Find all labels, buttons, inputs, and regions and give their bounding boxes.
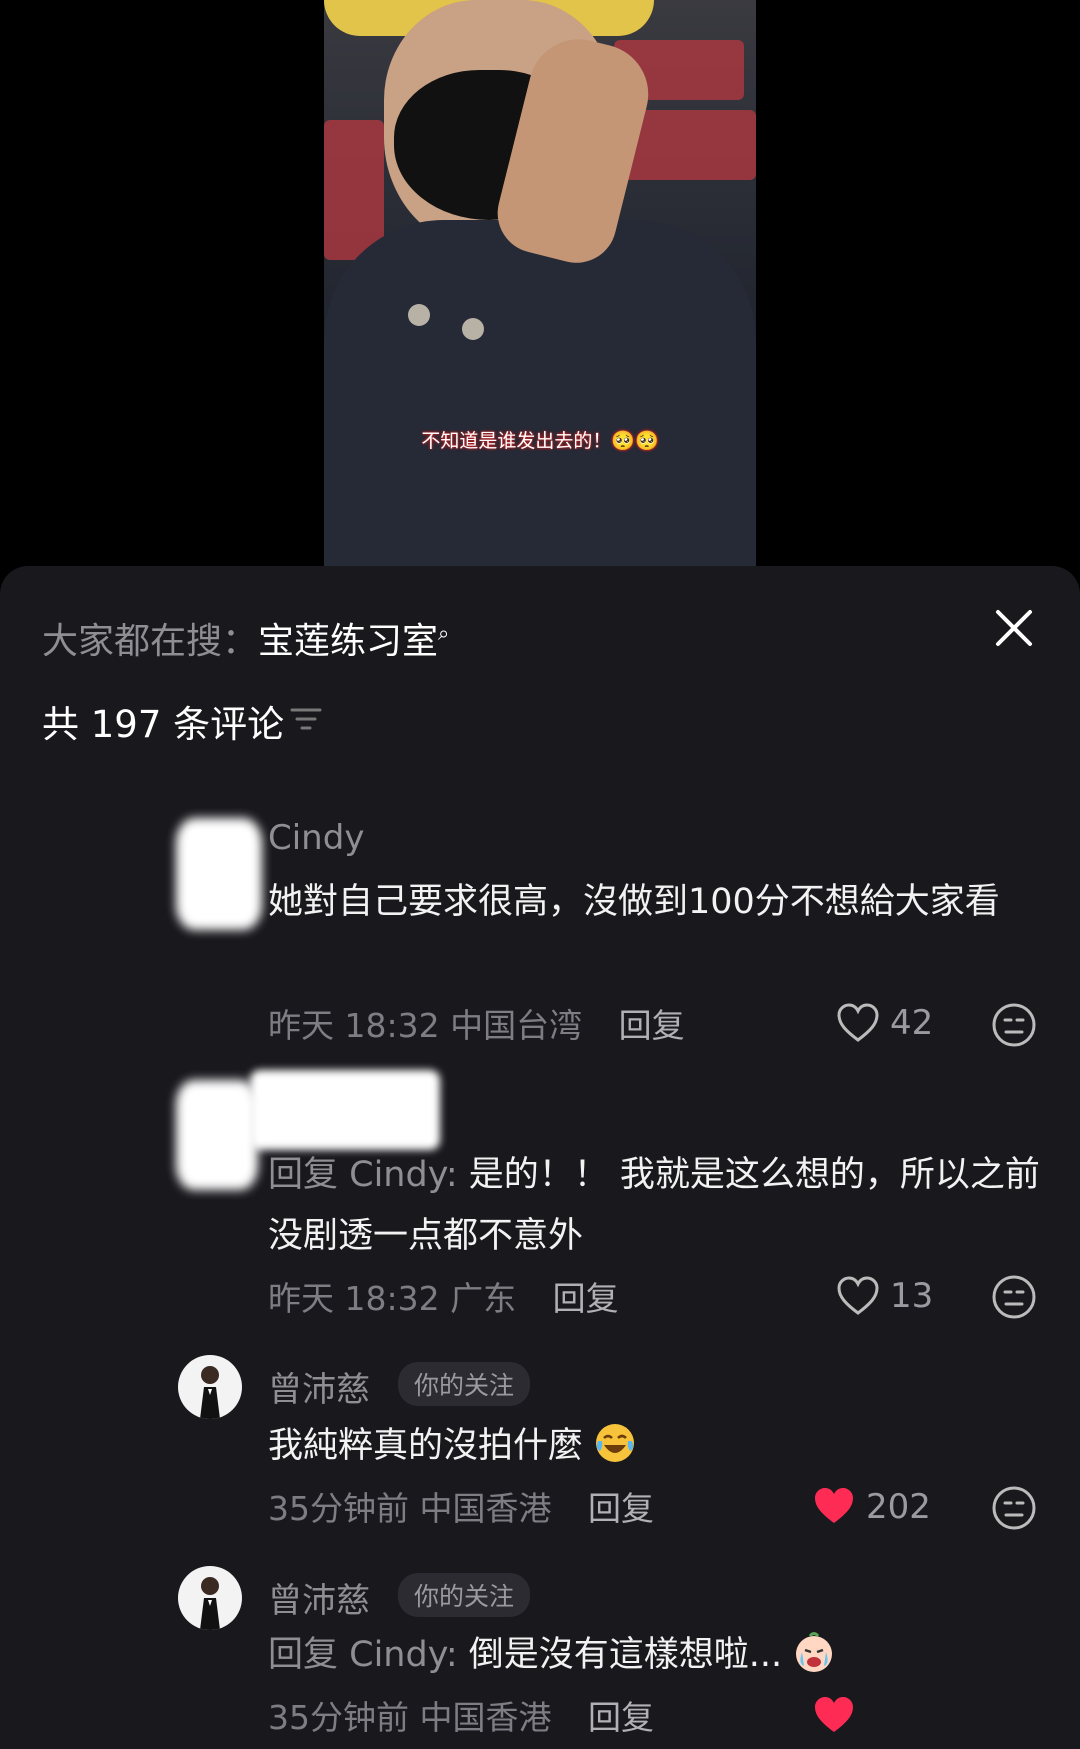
comment-meta: 昨天 18:32 广东 回复 xyxy=(268,1272,619,1320)
jacket-button xyxy=(462,318,484,340)
following-badge: 你的关注 xyxy=(398,1573,531,1617)
comment-meta: 昨天 18:32 中国台湾 回复 xyxy=(268,999,685,1047)
like-count: 13 xyxy=(890,1276,934,1316)
video-jacket xyxy=(324,220,756,566)
reply-button[interactable]: 回复 xyxy=(588,1489,654,1528)
comment-location: 广东 xyxy=(450,1279,517,1318)
reply-button[interactable]: 回复 xyxy=(588,1698,654,1737)
liked-heart-icon[interactable] xyxy=(812,1486,856,1526)
comment-body: 我純粹真的沒拍什麼 xyxy=(268,1426,584,1466)
avatar[interactable] xyxy=(178,1355,242,1419)
following-badge: 你的关注 xyxy=(398,1362,531,1406)
tears-of-joy-emoji xyxy=(596,1424,635,1462)
like-count: 202 xyxy=(866,1487,931,1527)
comment-text: 回复 Cindy: 倒是沒有這樣想啦... xyxy=(268,1625,1048,1686)
comment-time: 35分钟前 xyxy=(268,1698,409,1737)
comment-meta: 35分钟前 中国香港 回复 xyxy=(268,1691,654,1739)
comment-count: 共 197 条评论 xyxy=(42,703,285,746)
trending-search[interactable]: 大家都在搜：宝莲练习室⌕ xyxy=(42,612,449,664)
comment-username[interactable]: Cindy xyxy=(268,818,364,858)
avatar-image xyxy=(200,1577,220,1630)
comment-username[interactable]: 曾沛慈 xyxy=(268,1362,370,1411)
avatar[interactable] xyxy=(178,1566,242,1630)
video-player[interactable]: 不知道是谁发出去的！🥺🥺 xyxy=(324,0,756,566)
emoji-reaction-icon[interactable] xyxy=(991,1274,1037,1320)
avatar-image xyxy=(200,1366,220,1419)
like-count: 42 xyxy=(890,1003,934,1043)
avatar[interactable] xyxy=(176,1080,258,1190)
video-caption: 不知道是谁发出去的！🥺🥺 xyxy=(421,430,659,452)
comment-text: 她對自己要求很高，沒做到100分不想給大家看 xyxy=(268,882,1000,922)
reply-target[interactable]: 回复 Cindy: xyxy=(268,1635,458,1675)
background-seat xyxy=(324,120,384,260)
search-icon: ⌕ xyxy=(438,621,450,645)
emoji-reaction-icon[interactable] xyxy=(991,1002,1037,1048)
close-icon[interactable] xyxy=(990,604,1038,652)
comment-time: 35分钟前 xyxy=(268,1489,409,1528)
emoji-reaction-icon[interactable] xyxy=(991,1485,1037,1531)
comment-meta: 35分钟前 中国香港 回复 xyxy=(268,1482,654,1530)
comment-location: 中国香港 xyxy=(419,1489,552,1528)
liked-heart-icon[interactable] xyxy=(812,1695,856,1735)
comment-time: 昨天 18:32 xyxy=(268,1006,440,1045)
comment-time: 昨天 18:32 xyxy=(268,1279,440,1318)
jacket-button xyxy=(408,304,430,326)
reply-button[interactable]: 回复 xyxy=(619,1006,685,1045)
reply-target[interactable]: 回复 Cindy: xyxy=(268,1155,458,1195)
avatar[interactable] xyxy=(176,818,262,930)
comment-text: 回复 Cindy: 是的！！ 我就是这么想的，所以之前没剧透一点都不意外 xyxy=(268,1145,1048,1267)
comment-text: 我純粹真的沒拍什麼 xyxy=(268,1416,1048,1477)
search-prefix: 大家都在搜： xyxy=(42,621,259,662)
crying-emoji xyxy=(796,1632,833,1672)
comment-location: 中国台湾 xyxy=(450,1006,583,1045)
comment-location: 中国香港 xyxy=(419,1698,552,1737)
reply-button[interactable]: 回复 xyxy=(553,1279,619,1318)
like-icon[interactable] xyxy=(836,1003,880,1043)
search-term[interactable]: 宝莲练习室 xyxy=(258,621,438,662)
comment-username[interactable]: 曾沛慈 xyxy=(268,1573,370,1622)
sort-icon[interactable] xyxy=(290,706,322,732)
comment-username[interactable] xyxy=(250,1070,440,1150)
like-icon[interactable] xyxy=(836,1276,880,1316)
background-seat xyxy=(624,110,756,180)
comment-body: 倒是沒有這樣想啦... xyxy=(457,1635,783,1675)
